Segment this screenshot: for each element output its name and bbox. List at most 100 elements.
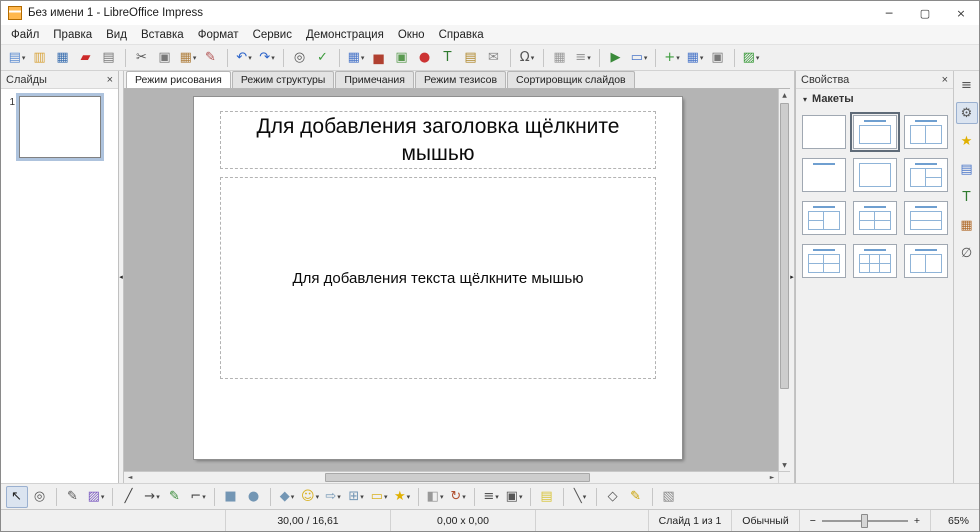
- navigator-tab-icon[interactable]: ∅: [956, 242, 978, 264]
- zoom-slider[interactable]: [822, 520, 908, 522]
- layout-four-content[interactable]: [802, 244, 846, 278]
- title-placeholder[interactable]: Для добавления заголовка щёлкните мышью: [220, 111, 656, 169]
- tab-notes-view[interactable]: Примечания: [335, 71, 414, 88]
- open-icon[interactable]: ▥: [29, 47, 51, 69]
- image-icon[interactable]: ▣: [391, 47, 413, 69]
- tab-outline-view[interactable]: Режим структуры: [232, 71, 334, 88]
- layout-two-content-content[interactable]: [802, 201, 846, 235]
- restore-button[interactable]: ▢: [907, 1, 943, 25]
- undo-icon[interactable]: ↶ ▾: [233, 47, 255, 69]
- export-pdf-icon[interactable]: ▰: [75, 47, 97, 69]
- cut-icon[interactable]: ✂: [131, 47, 153, 69]
- menu-format[interactable]: Формат: [191, 27, 246, 43]
- zoom-slider-thumb[interactable]: [861, 514, 868, 528]
- gallery-tab-icon[interactable]: ▦: [956, 214, 978, 236]
- line-icon[interactable]: ╱: [118, 486, 140, 508]
- layouts-section-header[interactable]: ▾ Макеты: [796, 89, 953, 109]
- block-arrows-icon[interactable]: ⇨ ▾: [322, 486, 344, 508]
- zoom-icon[interactable]: ◎: [29, 486, 51, 508]
- comment-icon[interactable]: ▤: [536, 486, 558, 508]
- master-slides-tab-icon[interactable]: ▤: [956, 158, 978, 180]
- copy-icon[interactable]: ▣: [154, 47, 176, 69]
- horizontal-scroll-thumb[interactable]: [325, 473, 590, 482]
- scroll-down-icon[interactable]: ▼: [779, 459, 790, 471]
- arrange-icon[interactable]: ▣ ▾: [503, 486, 525, 508]
- duplicate-slide-icon[interactable]: ▣: [707, 47, 729, 69]
- points-icon[interactable]: ◇: [602, 486, 624, 508]
- grid-icon[interactable]: ▦: [549, 47, 571, 69]
- stars-icon[interactable]: ★ ▾: [391, 486, 413, 508]
- sidebar-menu-icon[interactable]: ≡: [956, 74, 978, 96]
- line-ends-icon[interactable]: ╲ ▾: [569, 486, 591, 508]
- ellipse-icon[interactable]: ●: [243, 486, 265, 508]
- horizontal-scroll-track[interactable]: [136, 472, 766, 483]
- animation-tab-icon[interactable]: ★: [956, 130, 978, 152]
- draw-functions-icon[interactable]: ▨ ▾: [740, 47, 762, 69]
- zoom-in-icon[interactable]: +: [914, 515, 920, 527]
- layout-vertical-title-content[interactable]: [904, 244, 948, 278]
- paste-icon[interactable]: ▦ ▾: [177, 47, 199, 69]
- minimize-button[interactable]: ─: [871, 1, 907, 25]
- slides-panel-close-icon[interactable]: ×: [107, 74, 113, 86]
- snap-lines-icon[interactable]: ≡ ▾: [572, 47, 594, 69]
- zoom-level[interactable]: 65%: [931, 510, 979, 531]
- menu-slideshow[interactable]: Демонстрация: [299, 27, 391, 43]
- layout-blank[interactable]: [802, 115, 846, 149]
- tab-drawing-view[interactable]: Режим рисования: [126, 71, 231, 88]
- layout-two-content-over-content[interactable]: [853, 201, 897, 235]
- redo-icon[interactable]: ↷ ▾: [256, 47, 278, 69]
- text-box-icon[interactable]: T: [437, 47, 459, 69]
- layout-content-over-content[interactable]: [904, 201, 948, 235]
- special-char-icon[interactable]: Ω ▾: [516, 47, 538, 69]
- slide-canvas[interactable]: Для добавления заголовка щёлкните мышью …: [124, 89, 778, 471]
- clone-formatting-icon[interactable]: ✎: [200, 47, 222, 69]
- table-icon[interactable]: ▦ ▾: [345, 47, 367, 69]
- display-mode-icon[interactable]: ▭ ▾: [628, 47, 650, 69]
- slide-1-thumbnail[interactable]: [19, 96, 101, 158]
- menu-window[interactable]: Окно: [391, 27, 432, 43]
- find-replace-icon[interactable]: ◎: [289, 47, 311, 69]
- menu-insert[interactable]: Вставка: [134, 27, 191, 43]
- body-placeholder[interactable]: Для добавления текста щёлкните мышью: [220, 177, 656, 379]
- layout-title-two-content[interactable]: [904, 115, 948, 149]
- print-icon[interactable]: ▤: [98, 47, 120, 69]
- glue-points-icon[interactable]: ✎: [625, 486, 647, 508]
- flowchart-icon[interactable]: ⊞ ▾: [345, 486, 367, 508]
- close-button[interactable]: ×: [943, 1, 979, 25]
- layout-six-content[interactable]: [853, 244, 897, 278]
- header-footer-icon[interactable]: ▤: [460, 47, 482, 69]
- rotate-icon[interactable]: ↻ ▾: [447, 486, 469, 508]
- vertical-scroll-track[interactable]: [779, 101, 790, 459]
- layout-title-content[interactable]: [853, 115, 897, 149]
- menu-view[interactable]: Вид: [99, 27, 134, 43]
- new-slide-icon[interactable]: + ▾: [661, 47, 683, 69]
- vertical-scroll-thumb[interactable]: [780, 103, 789, 389]
- spelling-icon[interactable]: ✓: [312, 47, 334, 69]
- symbol-shapes-icon[interactable]: ☺ ▾: [299, 486, 321, 508]
- slide-layout-icon[interactable]: ▦ ▾: [684, 47, 706, 69]
- callouts-icon[interactable]: ▭ ▾: [368, 486, 390, 508]
- menu-help[interactable]: Справка: [432, 27, 491, 43]
- fill-color-icon[interactable]: ▨ ▾: [85, 486, 107, 508]
- freeform-line-icon[interactable]: ✎: [164, 486, 186, 508]
- slide-surface[interactable]: Для добавления заголовка щёлкните мышью …: [194, 97, 682, 459]
- slide-list-item[interactable]: 1: [5, 96, 114, 158]
- layout-title-only[interactable]: [802, 158, 846, 192]
- 3d-objects-icon[interactable]: ◧ ▾: [424, 486, 446, 508]
- layout-content-two-content[interactable]: [904, 158, 948, 192]
- properties-tab-icon[interactable]: ⚙: [956, 102, 978, 124]
- connector-icon[interactable]: ⌐ ▾: [187, 486, 209, 508]
- menu-file[interactable]: Файл: [4, 27, 46, 43]
- extrusion-icon[interactable]: ▧: [658, 486, 680, 508]
- basic-shapes-icon[interactable]: ◆ ▾: [276, 486, 298, 508]
- hyperlink-icon[interactable]: ✉: [483, 47, 505, 69]
- horizontal-scrollbar[interactable]: ◄ ►: [124, 472, 778, 483]
- media-icon[interactable]: ●: [414, 47, 436, 69]
- save-icon[interactable]: ▦: [52, 47, 74, 69]
- chart-icon[interactable]: ▅: [368, 47, 390, 69]
- zoom-out-icon[interactable]: −: [810, 515, 816, 527]
- tab-handout-view[interactable]: Режим тезисов: [415, 71, 506, 88]
- layout-centered-text[interactable]: [853, 158, 897, 192]
- menu-edit[interactable]: Правка: [46, 27, 99, 43]
- master-slide-name[interactable]: Обычный: [732, 510, 799, 531]
